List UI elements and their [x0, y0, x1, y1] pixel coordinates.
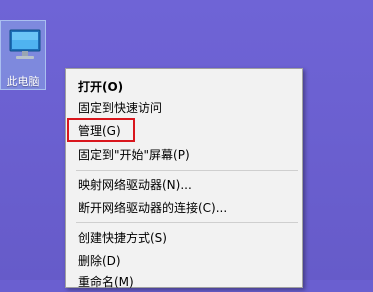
menu-item-pin-quick-access[interactable]: 固定到快速访问	[78, 98, 162, 118]
menu-item-create-shortcut[interactable]: 创建快捷方式(S)	[78, 228, 167, 248]
context-menu: 打开(O) 固定到快速访问 管理(G) 固定到"开始"屏幕(P) 映射网络驱动器…	[65, 68, 303, 289]
menu-item-manage[interactable]: 管理(G)	[78, 121, 121, 141]
computer-icon	[7, 26, 43, 66]
desktop-icon-label: 此电脑	[6, 75, 40, 88]
menu-item-pin-start[interactable]: 固定到"开始"屏幕(P)	[78, 145, 190, 165]
menu-separator	[76, 170, 298, 171]
menu-item-map-network-drive[interactable]: 映射网络驱动器(N)...	[78, 175, 192, 195]
desktop-icon-this-pc[interactable]: 此电脑	[0, 20, 46, 90]
desktop: 此电脑 打开(O) 固定到快速访问 管理(G) 固定到"开始"屏幕(P) 映射网…	[0, 0, 373, 289]
menu-item-disconnect-network-drive[interactable]: 断开网络驱动器的连接(C)...	[78, 198, 227, 218]
menu-item-rename[interactable]: 重命名(M)	[78, 272, 134, 292]
menu-separator	[76, 222, 298, 223]
menu-item-open[interactable]: 打开(O)	[78, 77, 123, 97]
menu-item-delete[interactable]: 删除(D)	[78, 251, 121, 271]
